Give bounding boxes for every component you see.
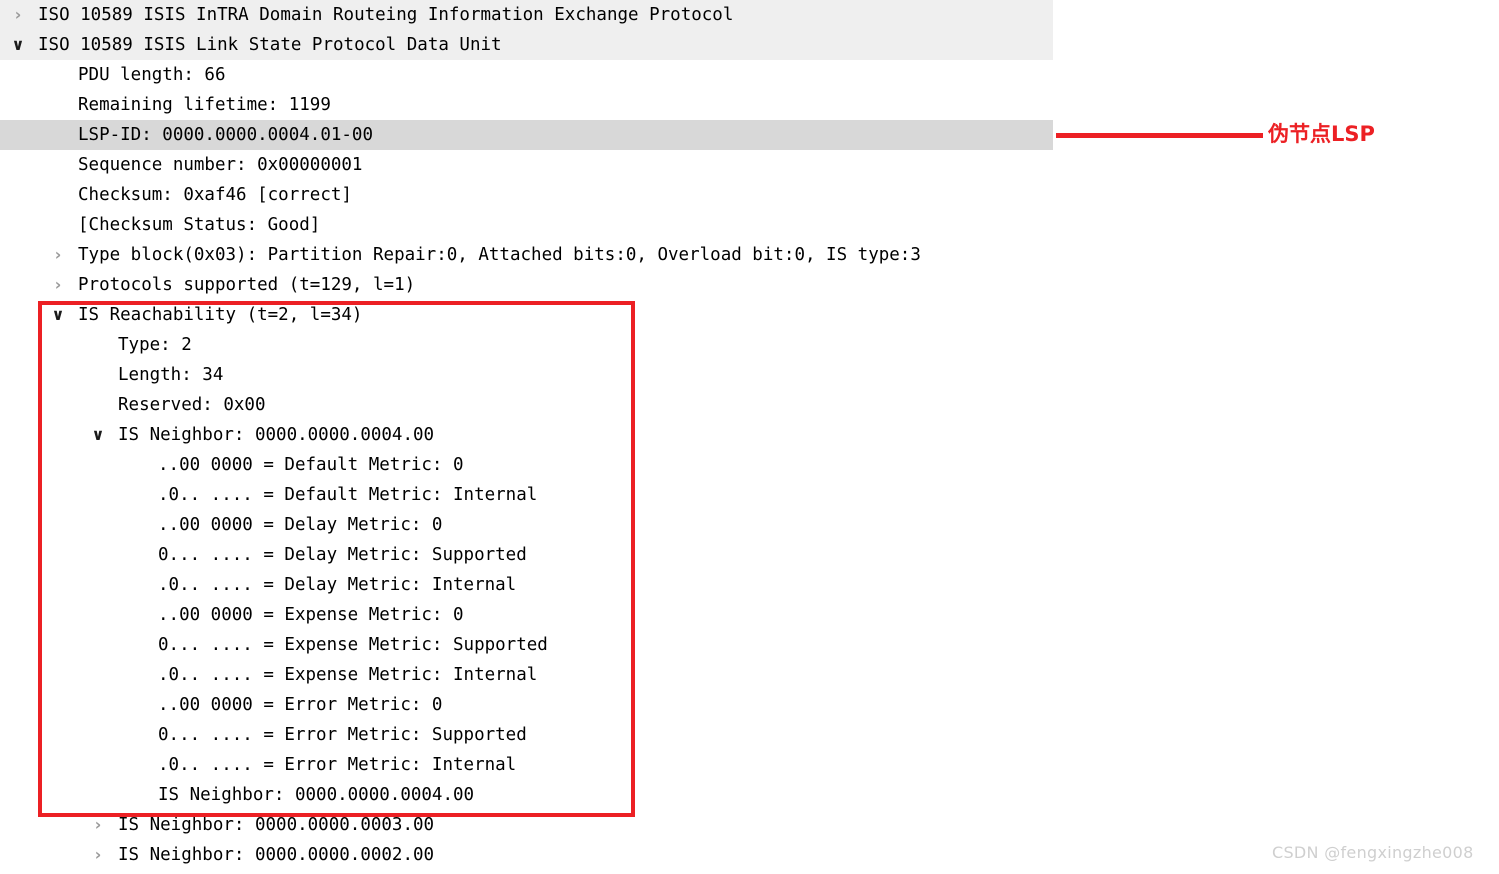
tree-row-label: .0.. .... = Expense Metric: Internal: [158, 665, 538, 685]
tree-row-label: IS Neighbor: 0000.0000.0004.00: [118, 425, 435, 445]
tree-row-label: 0... .... = Error Metric: Supported: [158, 725, 527, 745]
tree-row[interactable]: IS Neighbor: 0000.0000.0004.00: [0, 780, 1499, 810]
tree-row-label: ..00 0000 = Default Metric: 0: [158, 455, 464, 475]
tree-row-label: IS Neighbor: 0000.0000.0003.00: [118, 815, 435, 835]
tree-row-label: Type: 2: [118, 335, 192, 355]
chevron-down-icon[interactable]: ∨: [88, 420, 108, 450]
tree-row[interactable]: [Checksum Status: Good]: [0, 210, 1499, 240]
tree-row[interactable]: ..00 0000 = Delay Metric: 0: [0, 510, 1499, 540]
tree-row[interactable]: ∨ IS Neighbor: 0000.0000.0004.00: [0, 420, 1499, 450]
chevron-right-icon[interactable]: ›: [48, 240, 68, 270]
tree-row-label: Type block(0x03): Partition Repair:0, At…: [78, 245, 921, 265]
tree-row[interactable]: .0.. .... = Expense Metric: Internal: [0, 660, 1499, 690]
tree-row[interactable]: 0... .... = Error Metric: Supported: [0, 720, 1499, 750]
tree-row[interactable]: Sequence number: 0x00000001: [0, 150, 1499, 180]
tree-row-label: 0... .... = Delay Metric: Supported: [158, 545, 527, 565]
tree-row[interactable]: › Protocols supported (t=129, l=1): [0, 270, 1499, 300]
chevron-right-icon[interactable]: ›: [88, 810, 108, 840]
chevron-down-icon[interactable]: ∨: [48, 300, 68, 330]
chevron-right-icon[interactable]: ›: [8, 0, 28, 30]
tree-row[interactable]: › ISO 10589 ISIS InTRA Domain Routeing In…: [0, 0, 1499, 30]
tree-row-label: ..00 0000 = Delay Metric: 0: [158, 515, 443, 535]
tree-row[interactable]: Reserved: 0x00: [0, 390, 1499, 420]
tree-row-label: ISO 10589 ISIS InTRA Domain Routeing Inf…: [38, 5, 734, 25]
tree-row-label: Reserved: 0x00: [118, 395, 266, 415]
tree-row-label: IS Neighbor: 0000.0000.0004.00: [158, 785, 475, 805]
tree-row-label: PDU length: 66: [78, 65, 226, 85]
tree-row-label: [Checksum Status: Good]: [78, 215, 321, 235]
tree-row-label: Sequence number: 0x00000001: [78, 155, 363, 175]
tree-row[interactable]: Length: 34: [0, 360, 1499, 390]
csdn-watermark: CSDN @fengxingzhe008: [1272, 843, 1474, 862]
tree-row-label: IS Reachability (t=2, l=34): [78, 305, 363, 325]
tree-row[interactable]: ..00 0000 = Expense Metric: 0: [0, 600, 1499, 630]
tree-row[interactable]: .0.. .... = Delay Metric: Internal: [0, 570, 1499, 600]
tree-row[interactable]: Checksum: 0xaf46 [correct]: [0, 180, 1499, 210]
tree-row[interactable]: Remaining lifetime: 1199: [0, 90, 1499, 120]
chevron-down-icon[interactable]: ∨: [8, 30, 28, 60]
tree-row[interactable]: › Type block(0x03): Partition Repair:0, A…: [0, 240, 1499, 270]
pseudonode-callout-label: 伪节点LSP: [1268, 122, 1375, 146]
tree-row[interactable]: .0.. .... = Default Metric: Internal: [0, 480, 1499, 510]
tree-row[interactable]: Type: 2: [0, 330, 1499, 360]
tree-row-label: ..00 0000 = Error Metric: 0: [158, 695, 443, 715]
tree-row[interactable]: › IS Neighbor: 0000.0000.0003.00: [0, 810, 1499, 840]
tree-row-label: Protocols supported (t=129, l=1): [78, 275, 416, 295]
tree-row-label: IS Neighbor: 0000.0000.0002.00: [118, 845, 435, 865]
tree-row-label: ISO 10589 ISIS Link State Protocol Data …: [38, 35, 502, 55]
tree-row-label: .0.. .... = Error Metric: Internal: [158, 755, 517, 775]
chevron-right-icon[interactable]: ›: [88, 840, 108, 870]
tree-row-label: Length: 34: [118, 365, 224, 385]
tree-row-label: Checksum: 0xaf46 [correct]: [78, 185, 352, 205]
tree-row[interactable]: ∨ ISO 10589 ISIS Link State Protocol Data…: [0, 30, 1499, 60]
tree-row[interactable]: ∨ IS Reachability (t=2, l=34): [0, 300, 1499, 330]
tree-row-label: 0... .... = Expense Metric: Supported: [158, 635, 548, 655]
tree-row[interactable]: 0... .... = Delay Metric: Supported: [0, 540, 1499, 570]
callout-leader-line: [1056, 133, 1263, 138]
tree-row[interactable]: .0.. .... = Error Metric: Internal: [0, 750, 1499, 780]
tree-row-label: LSP-ID: 0000.0000.0004.01-00: [78, 125, 374, 145]
tree-row[interactable]: ..00 0000 = Default Metric: 0: [0, 450, 1499, 480]
tree-row-label: ..00 0000 = Expense Metric: 0: [158, 605, 464, 625]
chevron-right-icon[interactable]: ›: [48, 270, 68, 300]
tree-row[interactable]: ..00 0000 = Error Metric: 0: [0, 690, 1499, 720]
tree-row-label: Remaining lifetime: 1199: [78, 95, 331, 115]
tree-row-label: .0.. .... = Delay Metric: Internal: [158, 575, 517, 595]
tree-row-label: .0.. .... = Default Metric: Internal: [158, 485, 538, 505]
tree-row[interactable]: 0... .... = Expense Metric: Supported: [0, 630, 1499, 660]
tree-row[interactable]: PDU length: 66: [0, 60, 1499, 90]
